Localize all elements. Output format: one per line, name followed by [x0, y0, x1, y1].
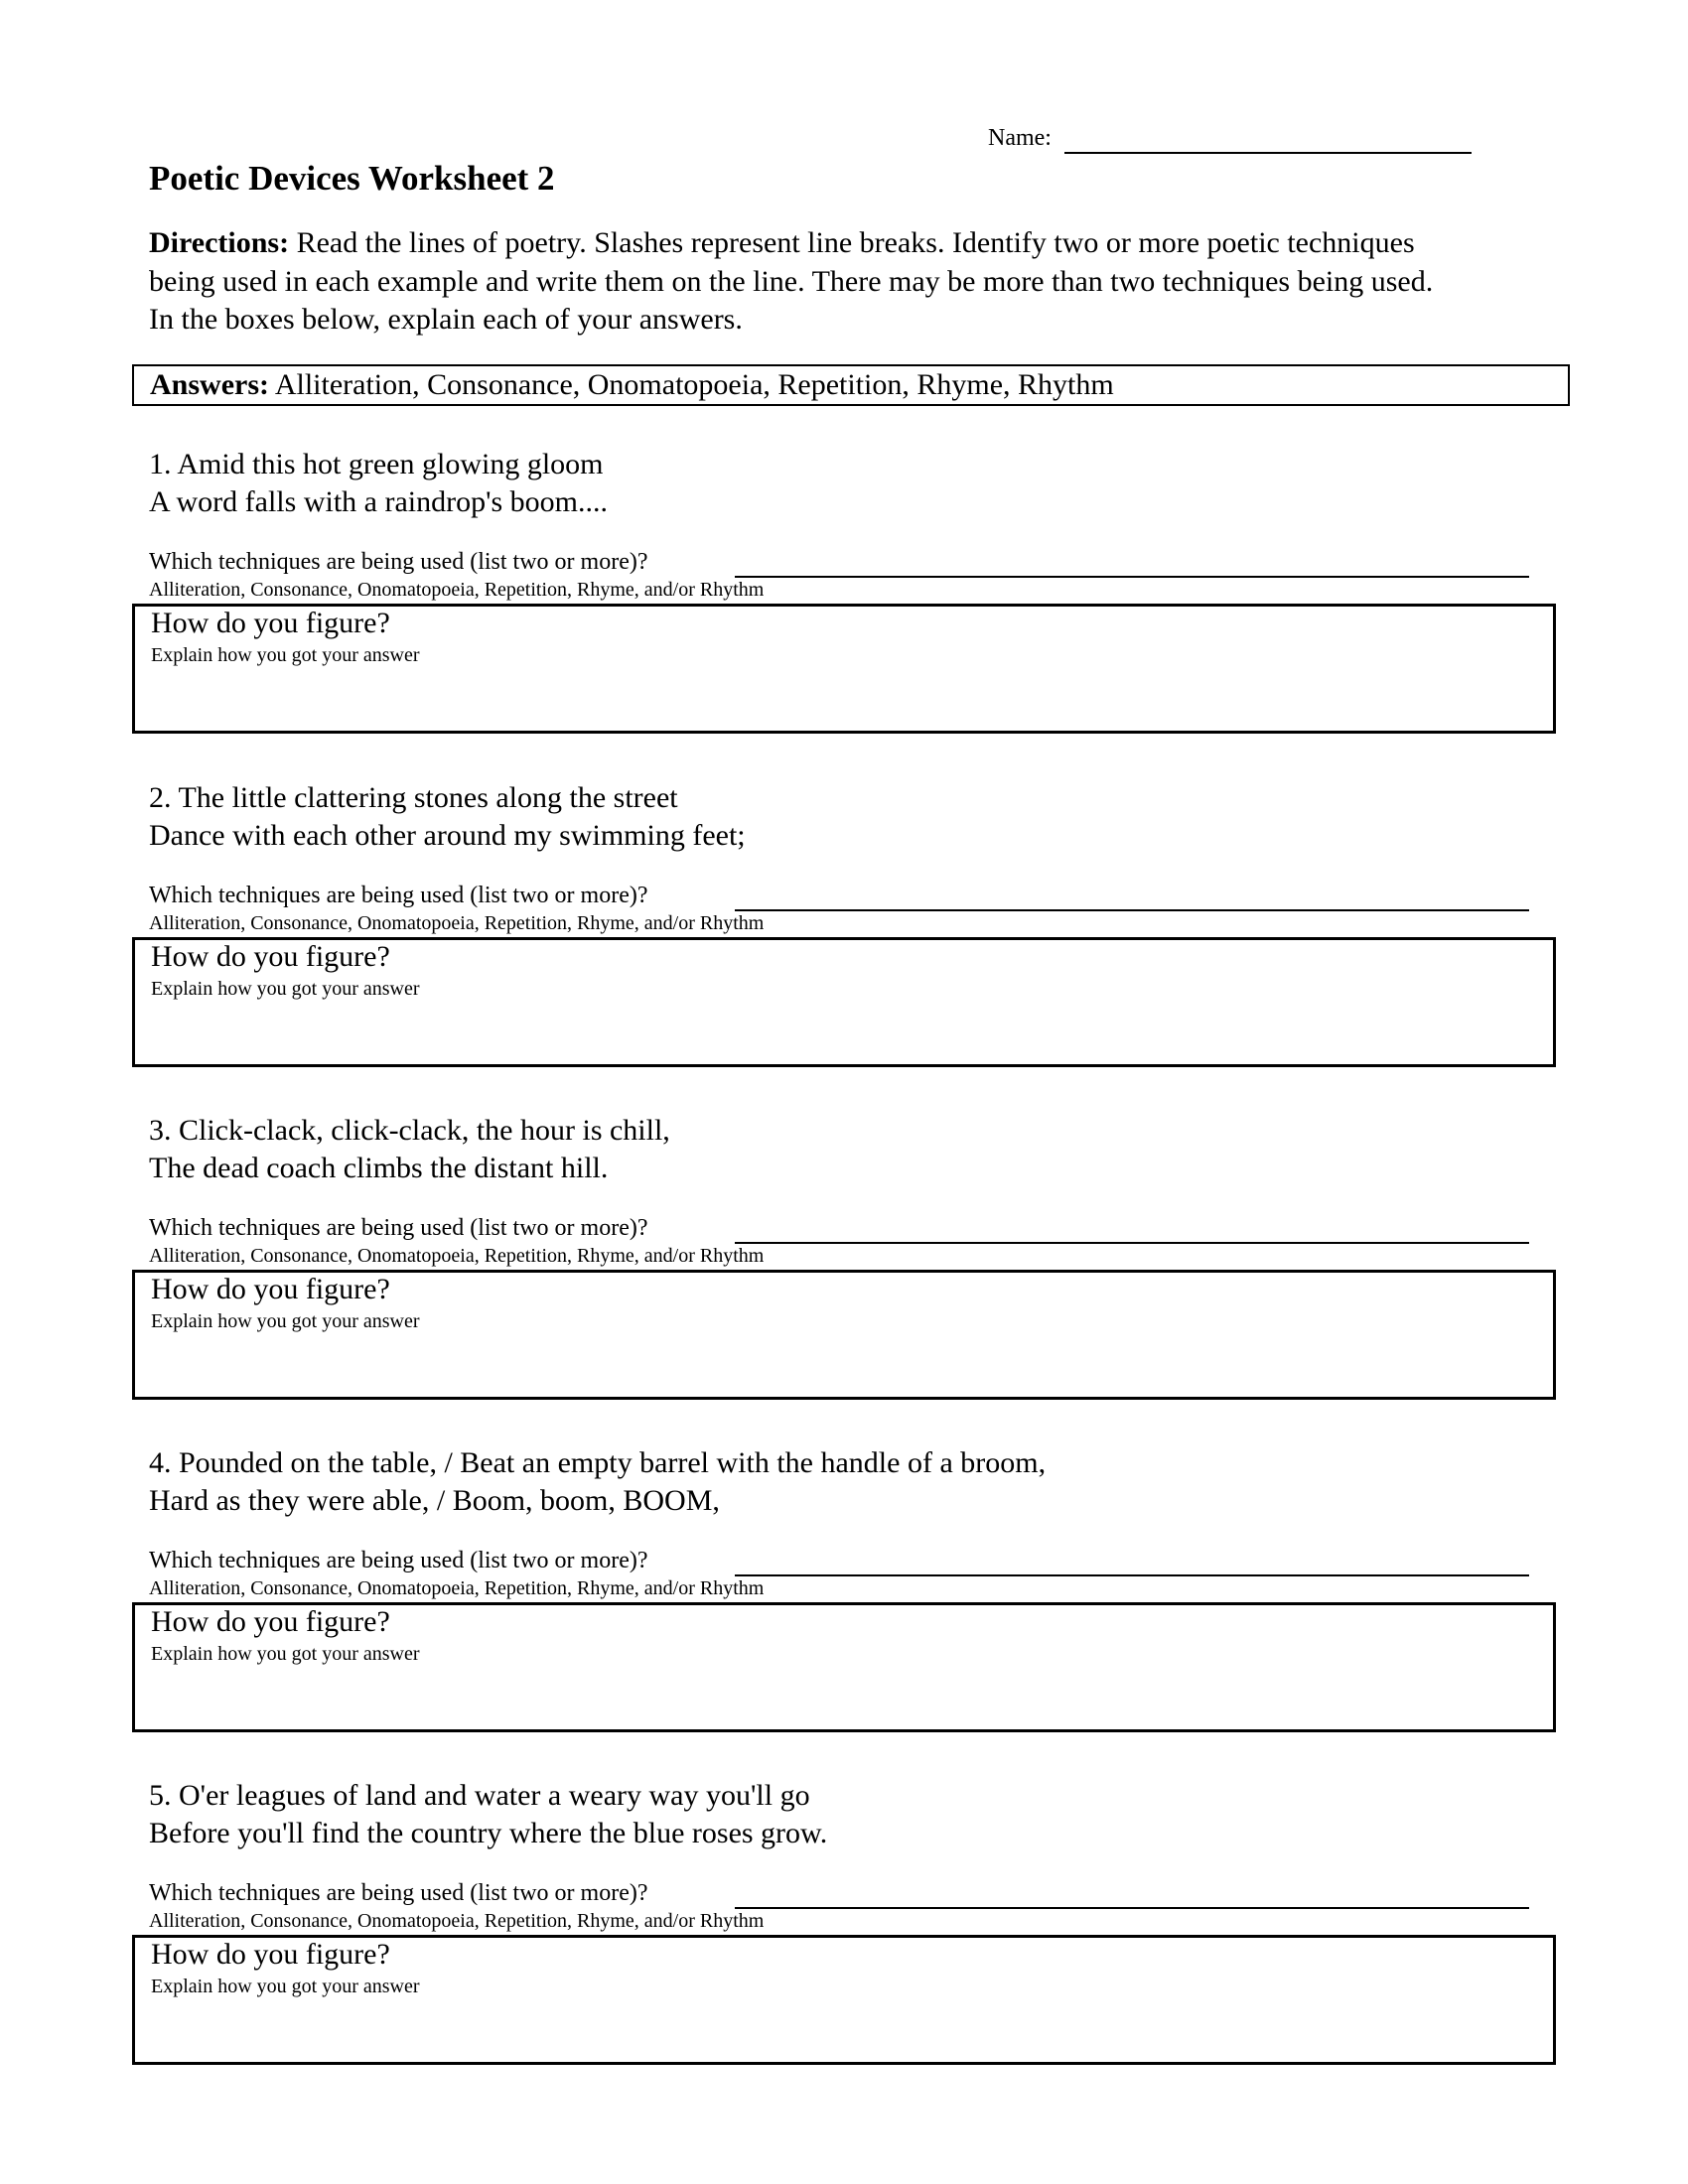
answers-label: Answers:	[150, 368, 269, 401]
explanation-subtitle: Explain how you got your answer	[151, 1976, 420, 1997]
poem-line-2: Dance with each other around my swimming…	[149, 819, 746, 852]
directions-label: Directions:	[149, 226, 290, 259]
techniques-prompt: Which techniques are being used (list tw…	[149, 549, 648, 575]
techniques-answer-line[interactable]	[735, 909, 1529, 911]
explanation-subtitle: Explain how you got your answer	[151, 1643, 420, 1665]
explanation-subtitle: Explain how you got your answer	[151, 978, 420, 1000]
explanation-box[interactable]: How do you figure? Explain how you got y…	[132, 1935, 1556, 2065]
techniques-answer-line[interactable]	[735, 1907, 1529, 1909]
techniques-hint: Alliteration, Consonance, Onomatopoeia, …	[149, 1245, 765, 1267]
techniques-hint: Alliteration, Consonance, Onomatopoeia, …	[149, 579, 765, 601]
name-input-line[interactable]	[1064, 152, 1472, 154]
explanation-box[interactable]: How do you figure? Explain how you got y…	[132, 604, 1556, 734]
directions: Directions: Read the lines of poetry. Sl…	[149, 224, 1440, 340]
explanation-box[interactable]: How do you figure? Explain how you got y…	[132, 1270, 1556, 1400]
poem-line-1: 5. O'er leagues of land and water a wear…	[149, 1779, 810, 1812]
question-5: 5. O'er leagues of land and water a wear…	[0, 1779, 1688, 2112]
techniques-hint: Alliteration, Consonance, Onomatopoeia, …	[149, 912, 765, 934]
explanation-title: How do you figure?	[151, 940, 390, 973]
explanation-subtitle: Explain how you got your answer	[151, 1310, 420, 1332]
techniques-prompt: Which techniques are being used (list tw…	[149, 1548, 648, 1573]
explanation-title: How do you figure?	[151, 607, 390, 639]
poem-line-2: Before you'll find the country where the…	[149, 1817, 828, 1849]
techniques-prompt: Which techniques are being used (list tw…	[149, 1215, 648, 1241]
poem-line-1: 1. Amid this hot green glowing gloom	[149, 448, 604, 480]
techniques-hint: Alliteration, Consonance, Onomatopoeia, …	[149, 1910, 765, 1932]
question-2: 2. The little clattering stones along th…	[0, 781, 1688, 1114]
poem-line-1: 3. Click-clack, click-clack, the hour is…	[149, 1114, 670, 1147]
techniques-hint: Alliteration, Consonance, Onomatopoeia, …	[149, 1577, 765, 1599]
page-title: Poetic Devices Worksheet 2	[149, 159, 555, 198]
explanation-box[interactable]: How do you figure? Explain how you got y…	[132, 937, 1556, 1067]
name-label: Name:	[988, 125, 1052, 151]
poem-line-1: 4. Pounded on the table, / Beat an empty…	[149, 1446, 1047, 1479]
techniques-prompt: Which techniques are being used (list tw…	[149, 883, 648, 908]
explanation-title: How do you figure?	[151, 1938, 390, 1971]
question-4: 4. Pounded on the table, / Beat an empty…	[0, 1446, 1688, 1779]
poem-line-1: 2. The little clattering stones along th…	[149, 781, 678, 814]
poem-line-2: A word falls with a raindrop's boom....	[149, 485, 609, 518]
explanation-title: How do you figure?	[151, 1605, 390, 1638]
techniques-answer-line[interactable]	[735, 576, 1529, 578]
explanation-title: How do you figure?	[151, 1273, 390, 1305]
techniques-prompt: Which techniques are being used (list tw…	[149, 1880, 648, 1906]
techniques-answer-line[interactable]	[735, 1242, 1529, 1244]
poem-line-2: Hard as they were able, / Boom, boom, BO…	[149, 1484, 720, 1517]
directions-text: Read the lines of poetry. Slashes repres…	[149, 226, 1434, 336]
explanation-subtitle: Explain how you got your answer	[151, 644, 420, 666]
question-1: 1. Amid this hot green glowing gloom A w…	[0, 448, 1688, 780]
explanation-box[interactable]: How do you figure? Explain how you got y…	[132, 1602, 1556, 1732]
answers-box: Answers: Alliteration, Consonance, Onoma…	[132, 364, 1570, 406]
techniques-answer-line[interactable]	[735, 1574, 1529, 1576]
answers-list: Alliteration, Consonance, Onomatopoeia, …	[269, 368, 1114, 401]
poem-line-2: The dead coach climbs the distant hill.	[149, 1152, 609, 1184]
question-3: 3. Click-clack, click-clack, the hour is…	[0, 1114, 1688, 1446]
